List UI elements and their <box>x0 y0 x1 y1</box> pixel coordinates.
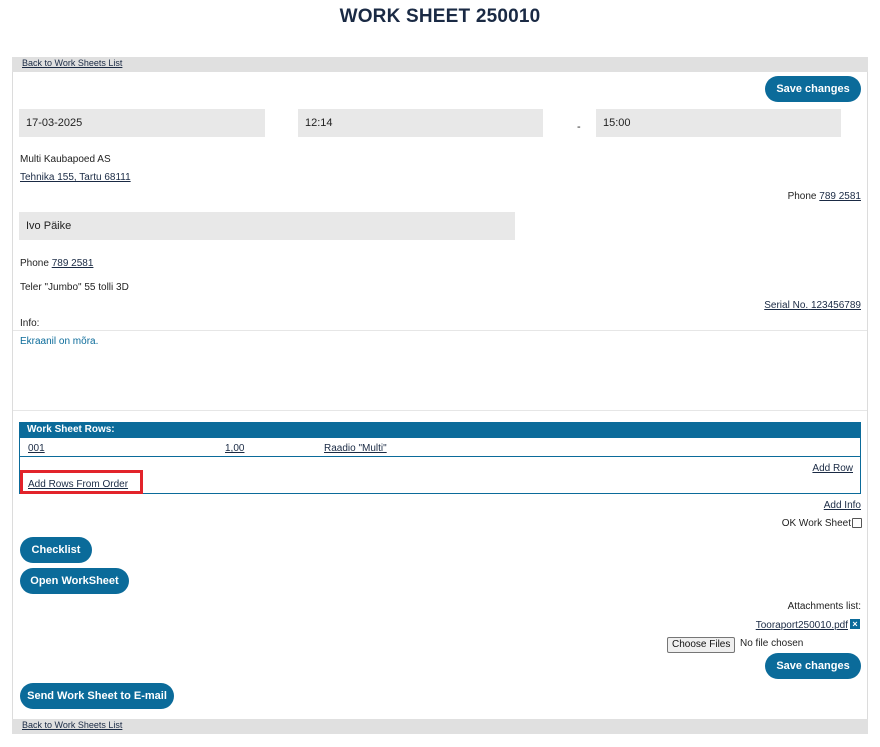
x-icon[interactable]: × <box>850 619 860 629</box>
serial-value: 123456789 <box>810 300 861 311</box>
page-title: WORK SHEET 250010 <box>339 6 541 27</box>
top-nav-bar: Back to Work Sheets List <box>12 57 868 72</box>
contact-phone-label: Phone <box>20 258 49 269</box>
customer-company: Multi Kaubapoed AS <box>20 154 111 165</box>
worksheet-frame <box>12 57 868 734</box>
choose-files-button[interactable]: Choose Files <box>667 637 736 653</box>
info-bottom-divider <box>13 410 867 411</box>
customer-phone-label: Phone <box>787 191 817 202</box>
open-worksheet-button[interactable]: Open WorkSheet <box>20 568 129 594</box>
add-rows-from-order-link[interactable]: Add Rows From Order <box>28 479 128 490</box>
date-field[interactable]: 17-03-2025 <box>19 109 265 137</box>
add-row-link[interactable]: Add Row <box>812 463 853 474</box>
worksheet-rows-header: Work Sheet Rows: <box>19 422 861 438</box>
customer-phone-link[interactable]: 789 2581 <box>819 191 861 202</box>
row-code-link[interactable]: 001 <box>28 443 45 454</box>
rows-divider <box>19 456 861 457</box>
info-textarea[interactable]: Ekraanil on mõra. <box>20 336 98 347</box>
contact-phone-row: Phone 789 2581 <box>20 258 93 269</box>
row-name-link[interactable]: Raadio "Multi" <box>324 443 387 454</box>
ok-worksheet-checkbox[interactable] <box>852 518 862 528</box>
no-file-chosen-text: No file chosen <box>740 638 804 649</box>
customer-phone-row: Phone 789 2581 <box>788 191 861 202</box>
save-changes-button-top[interactable]: Save changes <box>765 76 861 102</box>
device-name: Teler "Jumbo" 55 tolli 3D <box>20 282 129 293</box>
save-changes-button-bottom[interactable]: Save changes <box>765 653 861 679</box>
time-separator: - <box>577 121 581 133</box>
add-info-link[interactable]: Add Info <box>824 500 861 511</box>
contact-name-field[interactable]: Ivo Päike <box>19 212 515 240</box>
attachment-file-link[interactable]: Tooraport250010.pdf <box>756 620 848 631</box>
info-top-divider <box>13 330 867 331</box>
info-label: Info: <box>20 318 40 329</box>
checklist-button[interactable]: Checklist <box>20 537 92 563</box>
back-to-list-link-top[interactable]: Back to Work Sheets List <box>22 58 122 68</box>
back-to-list-link-bottom[interactable]: Back to Work Sheets List <box>22 720 122 730</box>
end-time-field[interactable]: 15:00 <box>596 109 841 137</box>
customer-address-link[interactable]: Tehnika 155, Tartu 68111 <box>20 172 131 183</box>
attachments-label: Attachments list: <box>787 601 861 612</box>
bottom-nav-bar: Back to Work Sheets List <box>12 719 868 734</box>
contact-phone-link[interactable]: 789 2581 <box>52 258 94 269</box>
send-email-button[interactable]: Send Work Sheet to E-mail <box>20 683 174 709</box>
serial-number-link[interactable]: Serial No. 123456789 <box>764 300 861 311</box>
ok-worksheet-label: OK Work Sheet <box>781 518 851 529</box>
start-time-field[interactable]: 12:14 <box>298 109 543 137</box>
serial-label: Serial No. <box>764 300 809 311</box>
row-qty-link[interactable]: 1,00 <box>225 443 244 454</box>
